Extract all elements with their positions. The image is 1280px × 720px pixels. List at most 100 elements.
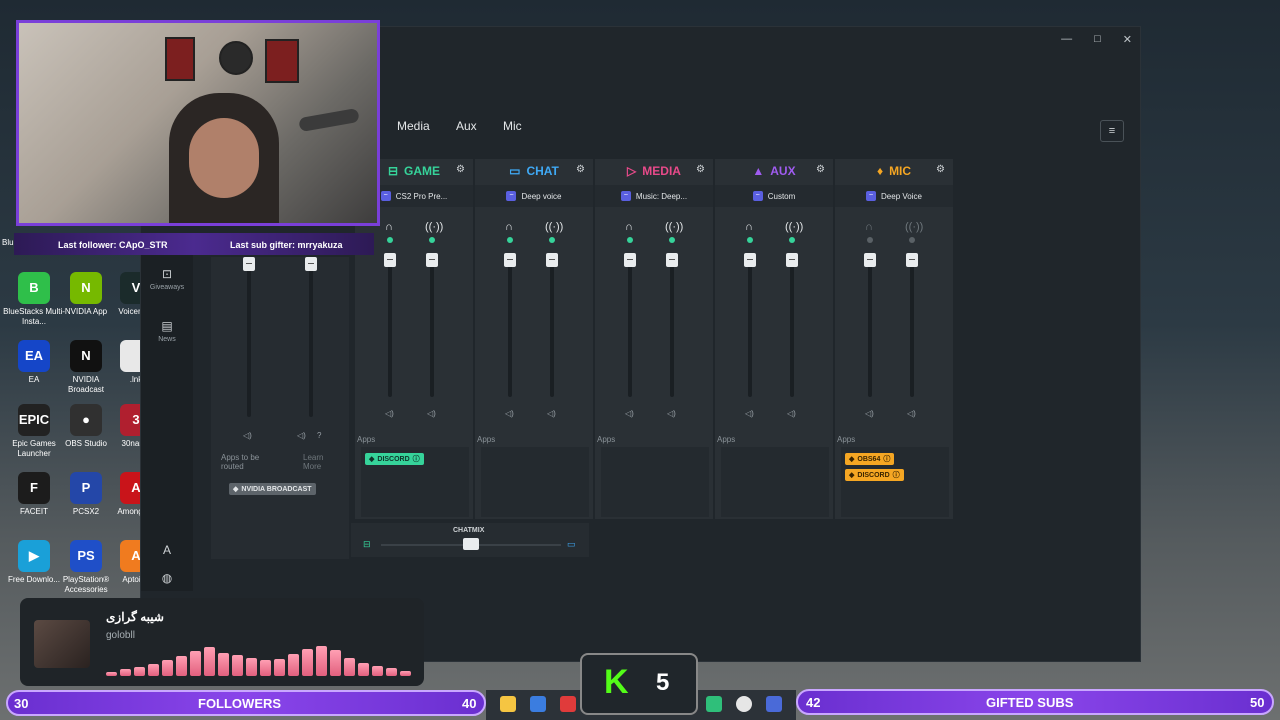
- menu-icon[interactable]: ≡: [1100, 120, 1124, 142]
- monitor-slider-handle[interactable]: [624, 253, 636, 267]
- maximize-icon[interactable]: □: [1094, 33, 1101, 46]
- mute-icon[interactable]: ◁): [745, 409, 754, 418]
- unrouted-slider-track[interactable]: [247, 267, 251, 417]
- headphones-icon[interactable]: ∩: [745, 221, 753, 233]
- monitor-slider-handle[interactable]: [384, 253, 396, 267]
- monitor-slider-track[interactable]: [508, 257, 512, 397]
- mute-icon[interactable]: ◁): [505, 409, 514, 418]
- sidebar-item-account[interactable]: A: [141, 543, 193, 560]
- info-icon[interactable]: ⓘ: [883, 454, 890, 464]
- stream-slider-handle[interactable]: [906, 253, 918, 267]
- mute-icon[interactable]: ◁): [243, 431, 252, 440]
- learn-more-link[interactable]: Learn More: [303, 453, 343, 471]
- stream-slider-handle[interactable]: [426, 253, 438, 267]
- chrome-icon[interactable]: [736, 696, 752, 712]
- minimize-icon[interactable]: —: [1061, 33, 1072, 46]
- stream-slider-track[interactable]: [670, 257, 674, 397]
- equalizer-bar: [246, 658, 257, 676]
- webcam-overlay: [16, 20, 380, 226]
- file-explorer-icon[interactable]: [500, 696, 516, 712]
- app-chip-obs64[interactable]: ◆ OBS64 ⓘ: [845, 453, 895, 465]
- mute-icon[interactable]: ◁): [625, 409, 634, 418]
- app-icon: ◆: [369, 456, 375, 463]
- info-icon[interactable]: ⓘ: [893, 470, 900, 480]
- monitor-slider-track[interactable]: [868, 257, 872, 397]
- youtube-icon[interactable]: [560, 696, 576, 712]
- mute-icon[interactable]: ◁): [865, 409, 874, 418]
- close-icon[interactable]: ✕: [1123, 33, 1132, 46]
- apps-dropzone[interactable]: [601, 447, 709, 517]
- apps-dropzone[interactable]: [721, 447, 829, 517]
- tab-aux[interactable]: Aux: [456, 119, 477, 133]
- headphones-icon[interactable]: ∩: [505, 221, 513, 233]
- sidebar-item-discord[interactable]: ◍: [141, 571, 193, 588]
- unrouted-slider-handle[interactable]: [243, 257, 255, 271]
- tab-media[interactable]: Media: [397, 119, 430, 133]
- stream-slider-handle[interactable]: [546, 253, 558, 267]
- sidebar-item-news[interactable]: ▤ News: [141, 319, 193, 343]
- mute-icon[interactable]: ◁): [427, 409, 436, 418]
- stream-icon[interactable]: ((·)): [785, 221, 803, 233]
- chatmix-handle[interactable]: [463, 538, 479, 550]
- stream-icon[interactable]: ((·)): [665, 221, 683, 233]
- headphones-icon[interactable]: ∩: [385, 221, 393, 233]
- app-icon: ◆: [849, 456, 855, 463]
- stream-icon[interactable]: ((·)): [545, 221, 563, 233]
- stream-slider-track[interactable]: [550, 257, 554, 397]
- gear-icon[interactable]: ⚙: [696, 164, 705, 175]
- gear-icon[interactable]: ⚙: [576, 164, 585, 175]
- sidebar-item-giveaways[interactable]: ⊡ Giveaways: [141, 267, 193, 291]
- tab-mic[interactable]: Mic: [503, 119, 522, 133]
- unrouted-slider-handle[interactable]: [305, 257, 317, 271]
- monitor-slider-track[interactable]: [628, 257, 632, 397]
- apps-dropzone[interactable]: [481, 447, 589, 517]
- equalizer-bar: [218, 653, 229, 676]
- mute-icon[interactable]: ◁): [385, 409, 394, 418]
- gear-icon[interactable]: ⚙: [816, 164, 825, 175]
- help-icon[interactable]: ?: [317, 431, 321, 440]
- equalizer-bar: [120, 669, 131, 676]
- kick-tile: K 5: [580, 653, 698, 715]
- app-icon[interactable]: [530, 696, 546, 712]
- app-chip-discord[interactable]: ◆ DISCORD ⓘ: [845, 469, 904, 481]
- mute-icon[interactable]: ◁): [787, 409, 796, 418]
- mute-icon[interactable]: ◁): [297, 431, 306, 440]
- monitor-slider-track[interactable]: [388, 257, 392, 397]
- unrouted-slider-track[interactable]: [309, 267, 313, 417]
- app-chip-nvidia-broadcast[interactable]: ◆ NVIDIA BROADCAST: [229, 483, 316, 495]
- apps-label: Apps: [597, 435, 616, 444]
- preset-icon: ~: [506, 191, 517, 201]
- app-icon[interactable]: [766, 696, 782, 712]
- now-playing-widget: شیبه گرازی golobll: [20, 598, 424, 686]
- mute-icon[interactable]: ◁): [907, 409, 916, 418]
- monitor-slider-track[interactable]: [748, 257, 752, 397]
- stream-slider-track[interactable]: [430, 257, 434, 397]
- preset-selector[interactable]: ~ Music: Deep...: [595, 185, 713, 207]
- monitor-slider-handle[interactable]: [504, 253, 516, 267]
- preset-selector[interactable]: ~ Deep voice: [475, 185, 593, 207]
- stream-slider-track[interactable]: [790, 257, 794, 397]
- stream-slider-handle[interactable]: [786, 253, 798, 267]
- equalizer-bar: [148, 664, 159, 676]
- gear-icon[interactable]: ⚙: [456, 164, 465, 175]
- channel-media: ▷ MEDIA ⚙ ~ Music: Deep... ∩ ((·)) ◁) ◁) Apps: [595, 159, 713, 519]
- headphones-icon[interactable]: ∩: [865, 221, 873, 233]
- preset-selector[interactable]: ~ Custom: [715, 185, 833, 207]
- mute-icon[interactable]: ◁): [547, 409, 556, 418]
- app-icon[interactable]: [706, 696, 722, 712]
- stream-icon[interactable]: ((·)): [905, 221, 923, 233]
- mute-icon[interactable]: ◁): [667, 409, 676, 418]
- app-chip-discord[interactable]: ◆ DISCORD ⓘ: [365, 453, 424, 465]
- stream-slider-handle[interactable]: [666, 253, 678, 267]
- status-dot: [387, 237, 393, 243]
- stream-icon[interactable]: ((·)): [425, 221, 443, 233]
- monitor-slider-handle[interactable]: [744, 253, 756, 267]
- gear-icon[interactable]: ⚙: [936, 164, 945, 175]
- stream-slider-track[interactable]: [910, 257, 914, 397]
- preset-selector[interactable]: ~ Deep Voice: [835, 185, 953, 207]
- unrouted-label: Apps to be routed: [221, 453, 260, 471]
- monitor-slider-handle[interactable]: [864, 253, 876, 267]
- info-icon[interactable]: ⓘ: [413, 454, 420, 464]
- headphones-icon[interactable]: ∩: [625, 221, 633, 233]
- followers-current: 30: [14, 696, 29, 711]
